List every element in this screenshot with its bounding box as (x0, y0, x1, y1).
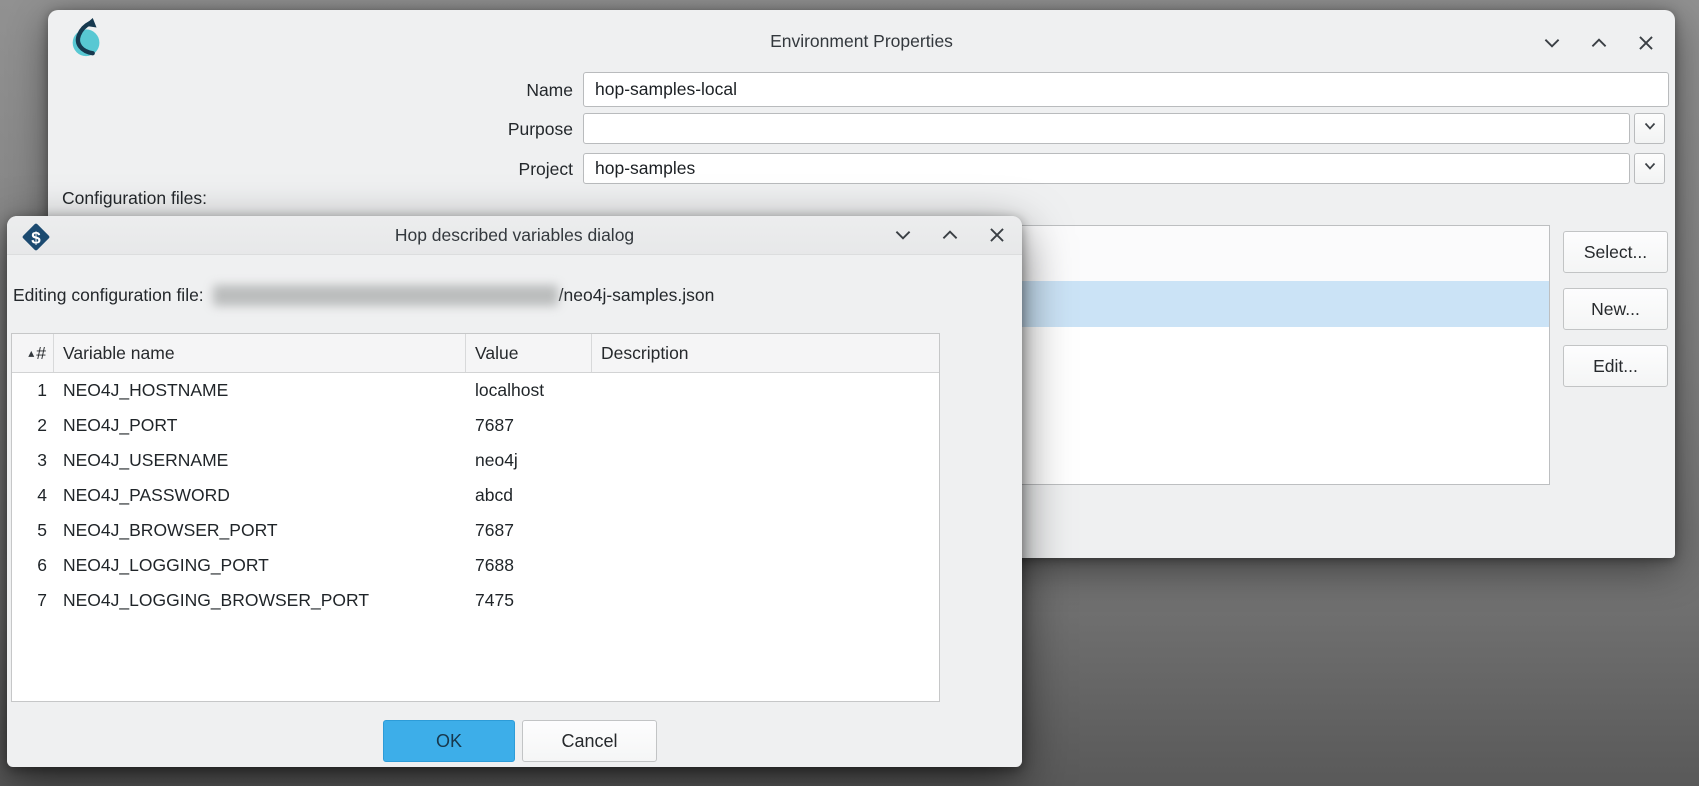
table-row[interactable]: 3 NEO4J_USERNAME neo4j (12, 443, 939, 478)
table-row[interactable]: 1 NEO4J_HOSTNAME localhost (12, 373, 939, 408)
new-button-label: New... (1591, 299, 1640, 320)
row-number: 6 (12, 555, 54, 576)
variable-value-cell: 7688 (466, 555, 592, 576)
variable-value-cell: localhost (466, 380, 592, 401)
new-button[interactable]: New... (1563, 288, 1668, 330)
select-button[interactable]: Select... (1563, 231, 1668, 273)
variable-name-cell: NEO4J_HOSTNAME (54, 380, 466, 401)
variable-value-cell: 7687 (466, 415, 592, 436)
table-row[interactable]: 5 NEO4J_BROWSER_PORT 7687 (12, 513, 939, 548)
close-icon (986, 224, 1008, 246)
select-button-label: Select... (1584, 242, 1647, 263)
project-label: Project (413, 159, 573, 180)
column-header-description-label: Description (601, 343, 689, 364)
dialog-titlebar[interactable]: $ Hop described variables dialog (7, 216, 1022, 255)
variables-table[interactable]: ▴ # Variable name Value Description 1 NE… (11, 333, 940, 702)
variable-name-cell: NEO4J_LOGGING_BROWSER_PORT (54, 590, 466, 611)
name-label: Name (413, 80, 573, 101)
project-dropdown-button[interactable] (1634, 153, 1665, 184)
env-maximize-button[interactable] (1588, 32, 1610, 54)
column-header-value-label: Value (475, 343, 518, 364)
dialog-maximize-button[interactable] (939, 224, 961, 246)
described-variables-dialog: $ Hop described variables dialog Editing… (7, 216, 1022, 767)
column-header-description[interactable]: Description (592, 334, 939, 372)
dialog-minimize-button[interactable] (892, 224, 914, 246)
name-input[interactable] (583, 72, 1669, 107)
cancel-button-label: Cancel (561, 731, 617, 752)
chevron-down-icon (1541, 32, 1563, 54)
chevron-up-icon (1588, 32, 1610, 54)
project-input[interactable] (583, 153, 1630, 184)
column-header-number[interactable]: ▴ # (12, 334, 54, 372)
edit-button-label: Edit... (1593, 356, 1638, 377)
ok-button[interactable]: OK (383, 720, 515, 762)
env-window-title: Environment Properties (48, 31, 1675, 52)
env-minimize-button[interactable] (1541, 32, 1563, 54)
editing-config-file-label: Editing configuration file: (13, 285, 204, 306)
variable-value-cell: abcd (466, 485, 592, 506)
table-row[interactable]: 7 NEO4J_LOGGING_BROWSER_PORT 7475 (12, 583, 939, 618)
cancel-button[interactable]: Cancel (522, 720, 657, 762)
dialog-close-button[interactable] (986, 224, 1008, 246)
variable-name-cell: NEO4J_PASSWORD (54, 485, 466, 506)
row-number: 2 (12, 415, 54, 436)
ok-button-label: OK (436, 731, 462, 752)
table-row[interactable]: 2 NEO4J_PORT 7687 (12, 408, 939, 443)
edit-button[interactable]: Edit... (1563, 345, 1668, 387)
dialog-title: Hop described variables dialog (7, 225, 1022, 246)
variable-name-cell: NEO4J_PORT (54, 415, 466, 436)
column-header-variable-name-label: Variable name (63, 343, 175, 364)
row-number: 7 (12, 590, 54, 611)
purpose-dropdown-button[interactable] (1634, 113, 1665, 144)
sort-ascending-icon: ▴ (28, 347, 34, 359)
purpose-input[interactable] (583, 113, 1630, 144)
env-titlebar[interactable]: Environment Properties (48, 10, 1675, 56)
row-number: 4 (12, 485, 54, 506)
close-icon (1635, 32, 1657, 54)
table-row[interactable]: 4 NEO4J_PASSWORD abcd (12, 478, 939, 513)
variable-name-cell: NEO4J_LOGGING_PORT (54, 555, 466, 576)
env-close-button[interactable] (1635, 32, 1657, 54)
chevron-down-icon (1642, 158, 1658, 179)
row-number: 5 (12, 520, 54, 541)
row-number: 3 (12, 450, 54, 471)
column-header-value[interactable]: Value (466, 334, 592, 372)
configuration-files-label: Configuration files: (62, 188, 207, 209)
redacted-path-blur (213, 285, 558, 306)
config-file-suffix: /neo4j-samples.json (559, 285, 715, 306)
chevron-down-icon (892, 224, 914, 246)
variables-table-header: ▴ # Variable name Value Description (12, 334, 939, 373)
column-header-variable-name[interactable]: Variable name (54, 334, 466, 372)
table-row[interactable]: 6 NEO4J_LOGGING_PORT 7688 (12, 548, 939, 583)
variable-value-cell: 7475 (466, 590, 592, 611)
variable-value-cell: neo4j (466, 450, 592, 471)
column-header-number-label: # (36, 343, 46, 364)
purpose-label: Purpose (413, 119, 573, 140)
variable-name-cell: NEO4J_BROWSER_PORT (54, 520, 466, 541)
chevron-down-icon (1642, 118, 1658, 139)
variable-value-cell: 7687 (466, 520, 592, 541)
row-number: 1 (12, 380, 54, 401)
chevron-up-icon (939, 224, 961, 246)
variable-name-cell: NEO4J_USERNAME (54, 450, 466, 471)
